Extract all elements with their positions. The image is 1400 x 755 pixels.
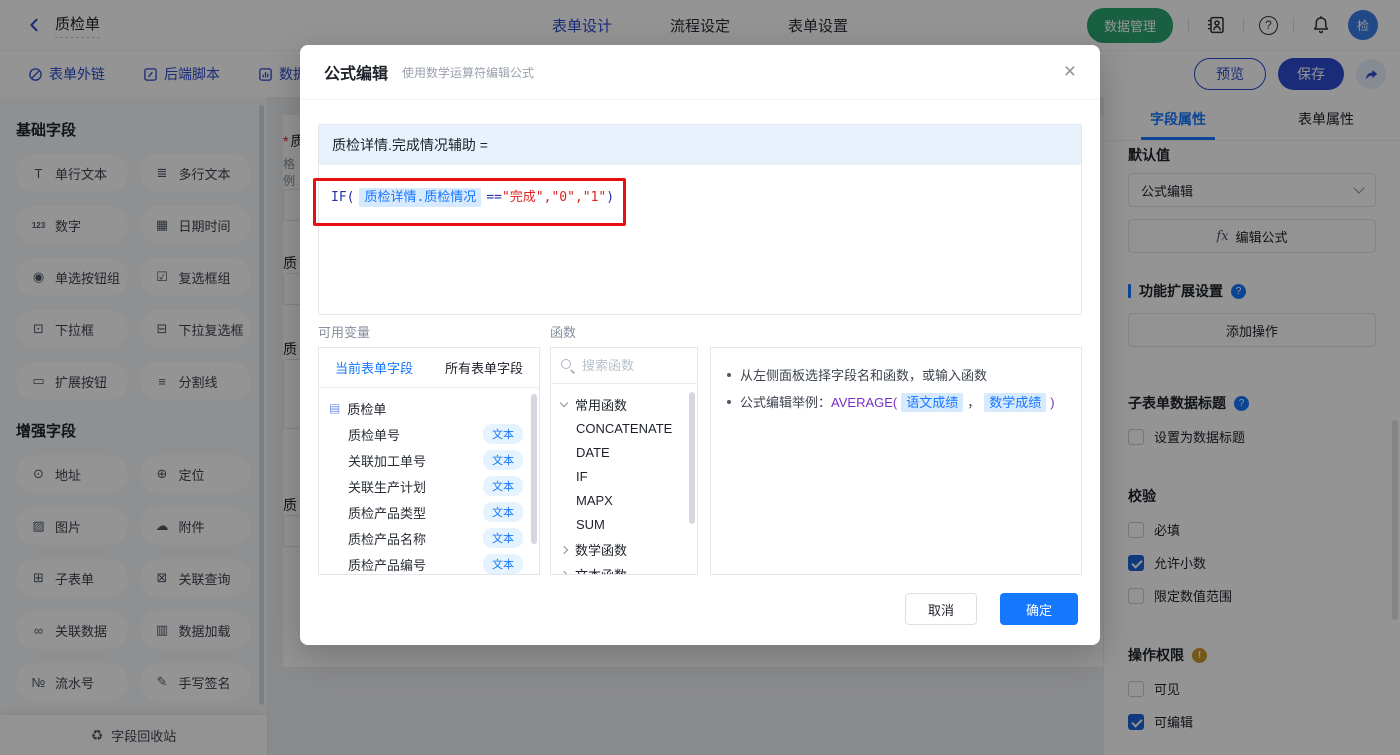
formula-input-area[interactable]: IF( 质检详情.质检情况 =="完成","0","1") xyxy=(319,165,1081,226)
bullet-icon xyxy=(727,399,731,404)
formula-close-paren: ) xyxy=(606,190,615,205)
variable-name: 质检单号 xyxy=(348,427,401,443)
caret-right-icon xyxy=(559,570,569,574)
variable-row[interactable]: 关联生产计划 文本 xyxy=(329,473,531,499)
example-token-chinese-score: 语文成绩 xyxy=(901,393,964,412)
example-close-paren: ) xyxy=(1050,395,1055,410)
variable-name: 关联加工单号 xyxy=(348,453,427,469)
variable-name: 质检产品类型 xyxy=(348,505,427,521)
function-group-common[interactable]: 常用函数 xyxy=(559,392,687,417)
formula-help-panel: 从左侧面板选择字段名和函数，或输入函数 公式编辑举例：AVERAGE(语文成绩，… xyxy=(710,347,1082,575)
type-badge: 文本 xyxy=(483,450,523,470)
document-icon: ▤ xyxy=(329,401,341,415)
function-group-label: 文本函数 xyxy=(575,565,627,574)
formula-target-text: 质检详情.完成情况辅助 = xyxy=(332,137,488,153)
caret-right-icon xyxy=(559,545,569,554)
formula-field-token[interactable]: 质检详情.质检情况 xyxy=(359,188,482,207)
close-icon[interactable]: × xyxy=(1064,61,1076,82)
function-date[interactable]: DATE xyxy=(561,441,687,465)
variables-tabs: 当前表单字段 所有表单字段 xyxy=(319,348,539,388)
variable-row[interactable]: 质检单号 文本 xyxy=(329,421,531,447)
functions-scrollbar[interactable] xyxy=(689,392,695,524)
functions-panel: 常用函数 CONCATENATE DATE IF MAPX SUM 数学函数 文… xyxy=(550,347,698,575)
function-concatenate[interactable]: CONCATENATE xyxy=(561,417,687,441)
type-badge: 文本 xyxy=(483,528,523,548)
example-token-math-score: 数学成绩 xyxy=(984,393,1047,412)
function-if[interactable]: IF xyxy=(561,465,687,489)
example-prefix: 公式编辑举例： xyxy=(740,395,832,410)
type-badge: 文本 xyxy=(483,502,523,522)
variables-label: 可用变量 xyxy=(318,325,371,340)
tree-root-label: 质检单 xyxy=(347,401,387,417)
variables-tree: ▤ 质检单 质检单号 文本 关联加工单号 文本 关联生产计划 文本 质检产品类型 xyxy=(319,388,539,574)
formula-editor-box: 质检详情.完成情况辅助 = IF( 质检详情.质检情况 =="完成","0","1"… xyxy=(318,124,1082,315)
bullet-icon xyxy=(727,372,731,377)
example-separator: ， xyxy=(967,395,981,410)
tab-current-form-fields[interactable]: 当前表单字段 xyxy=(319,358,429,377)
search-icon xyxy=(561,359,574,372)
formula-function-text: IF( xyxy=(331,190,355,205)
function-group-text[interactable]: 文本函数 xyxy=(559,562,687,574)
variable-name: 关联生产计划 xyxy=(348,479,427,495)
variable-name: 质检产品名称 xyxy=(348,531,427,547)
function-group-label: 常用函数 xyxy=(575,398,628,413)
function-sum[interactable]: SUM xyxy=(561,513,687,537)
variable-name: 质检产品编号 xyxy=(348,557,427,573)
tab-all-form-fields[interactable]: 所有表单字段 xyxy=(429,358,539,377)
function-group-label: 数学函数 xyxy=(575,543,628,558)
formula-string-args: "完成","0","1" xyxy=(501,190,607,205)
function-search-box[interactable] xyxy=(551,348,697,384)
app-window: 质检单 表单设计 流程设定 表单设置 数据管理 ? 检 表单外链 后端脚本 预览… xyxy=(0,0,1400,755)
caret-down-icon xyxy=(559,398,569,408)
modal-subtitle: 使用数学运算符编辑公式 xyxy=(402,65,535,80)
modal-header: 公式编辑 使用数学运算符编辑公式 xyxy=(300,45,1100,100)
confirm-button[interactable]: 确定 xyxy=(1000,593,1078,625)
variable-row[interactable]: 质检产品类型 文本 xyxy=(329,499,531,525)
type-badge: 文本 xyxy=(483,476,523,496)
type-badge: 文本 xyxy=(483,424,523,444)
tree-root-form[interactable]: ▤ 质检单 xyxy=(329,395,531,421)
functions-tree: 常用函数 CONCATENATE DATE IF MAPX SUM 数学函数 文… xyxy=(551,384,697,574)
help-tip-2: 公式编辑举例：AVERAGE(语文成绩，数学成绩) xyxy=(727,388,1065,415)
variable-row[interactable]: 质检产品名称 文本 xyxy=(329,525,531,551)
help-example-text: 公式编辑举例：AVERAGE(语文成绩，数学成绩) xyxy=(740,392,1055,412)
formula-target-bar: 质检详情.完成情况辅助 = xyxy=(319,125,1081,165)
formula-editor-modal: 公式编辑 使用数学运算符编辑公式 × 质检详情.完成情况辅助 = IF(质检详情… xyxy=(300,45,1100,645)
type-badge: 文本 xyxy=(483,554,523,574)
help-tip-1: 从左侧面板选择字段名和函数，或输入函数 xyxy=(727,361,1065,388)
functions-label: 函数 xyxy=(550,325,577,340)
variable-row[interactable]: 质检产品编号 文本 xyxy=(329,551,531,574)
function-search-input[interactable] xyxy=(582,358,682,373)
variables-scrollbar[interactable] xyxy=(531,394,537,544)
modal-title: 公式编辑 xyxy=(324,66,389,83)
example-function: AVERAGE( xyxy=(831,395,898,410)
cancel-button[interactable]: 取消 xyxy=(905,593,977,625)
function-mapx[interactable]: MAPX xyxy=(561,489,687,513)
variable-row[interactable]: 关联加工单号 文本 xyxy=(329,447,531,473)
variables-panel: 当前表单字段 所有表单字段 ▤ 质检单 质检单号 文本 关联加工单号 文本 关联… xyxy=(318,347,540,575)
function-group-math[interactable]: 数学函数 xyxy=(559,537,687,562)
formula-operator-text: == xyxy=(486,190,502,205)
help-tip-text: 从左侧面板选择字段名和函数，或输入函数 xyxy=(740,368,988,383)
